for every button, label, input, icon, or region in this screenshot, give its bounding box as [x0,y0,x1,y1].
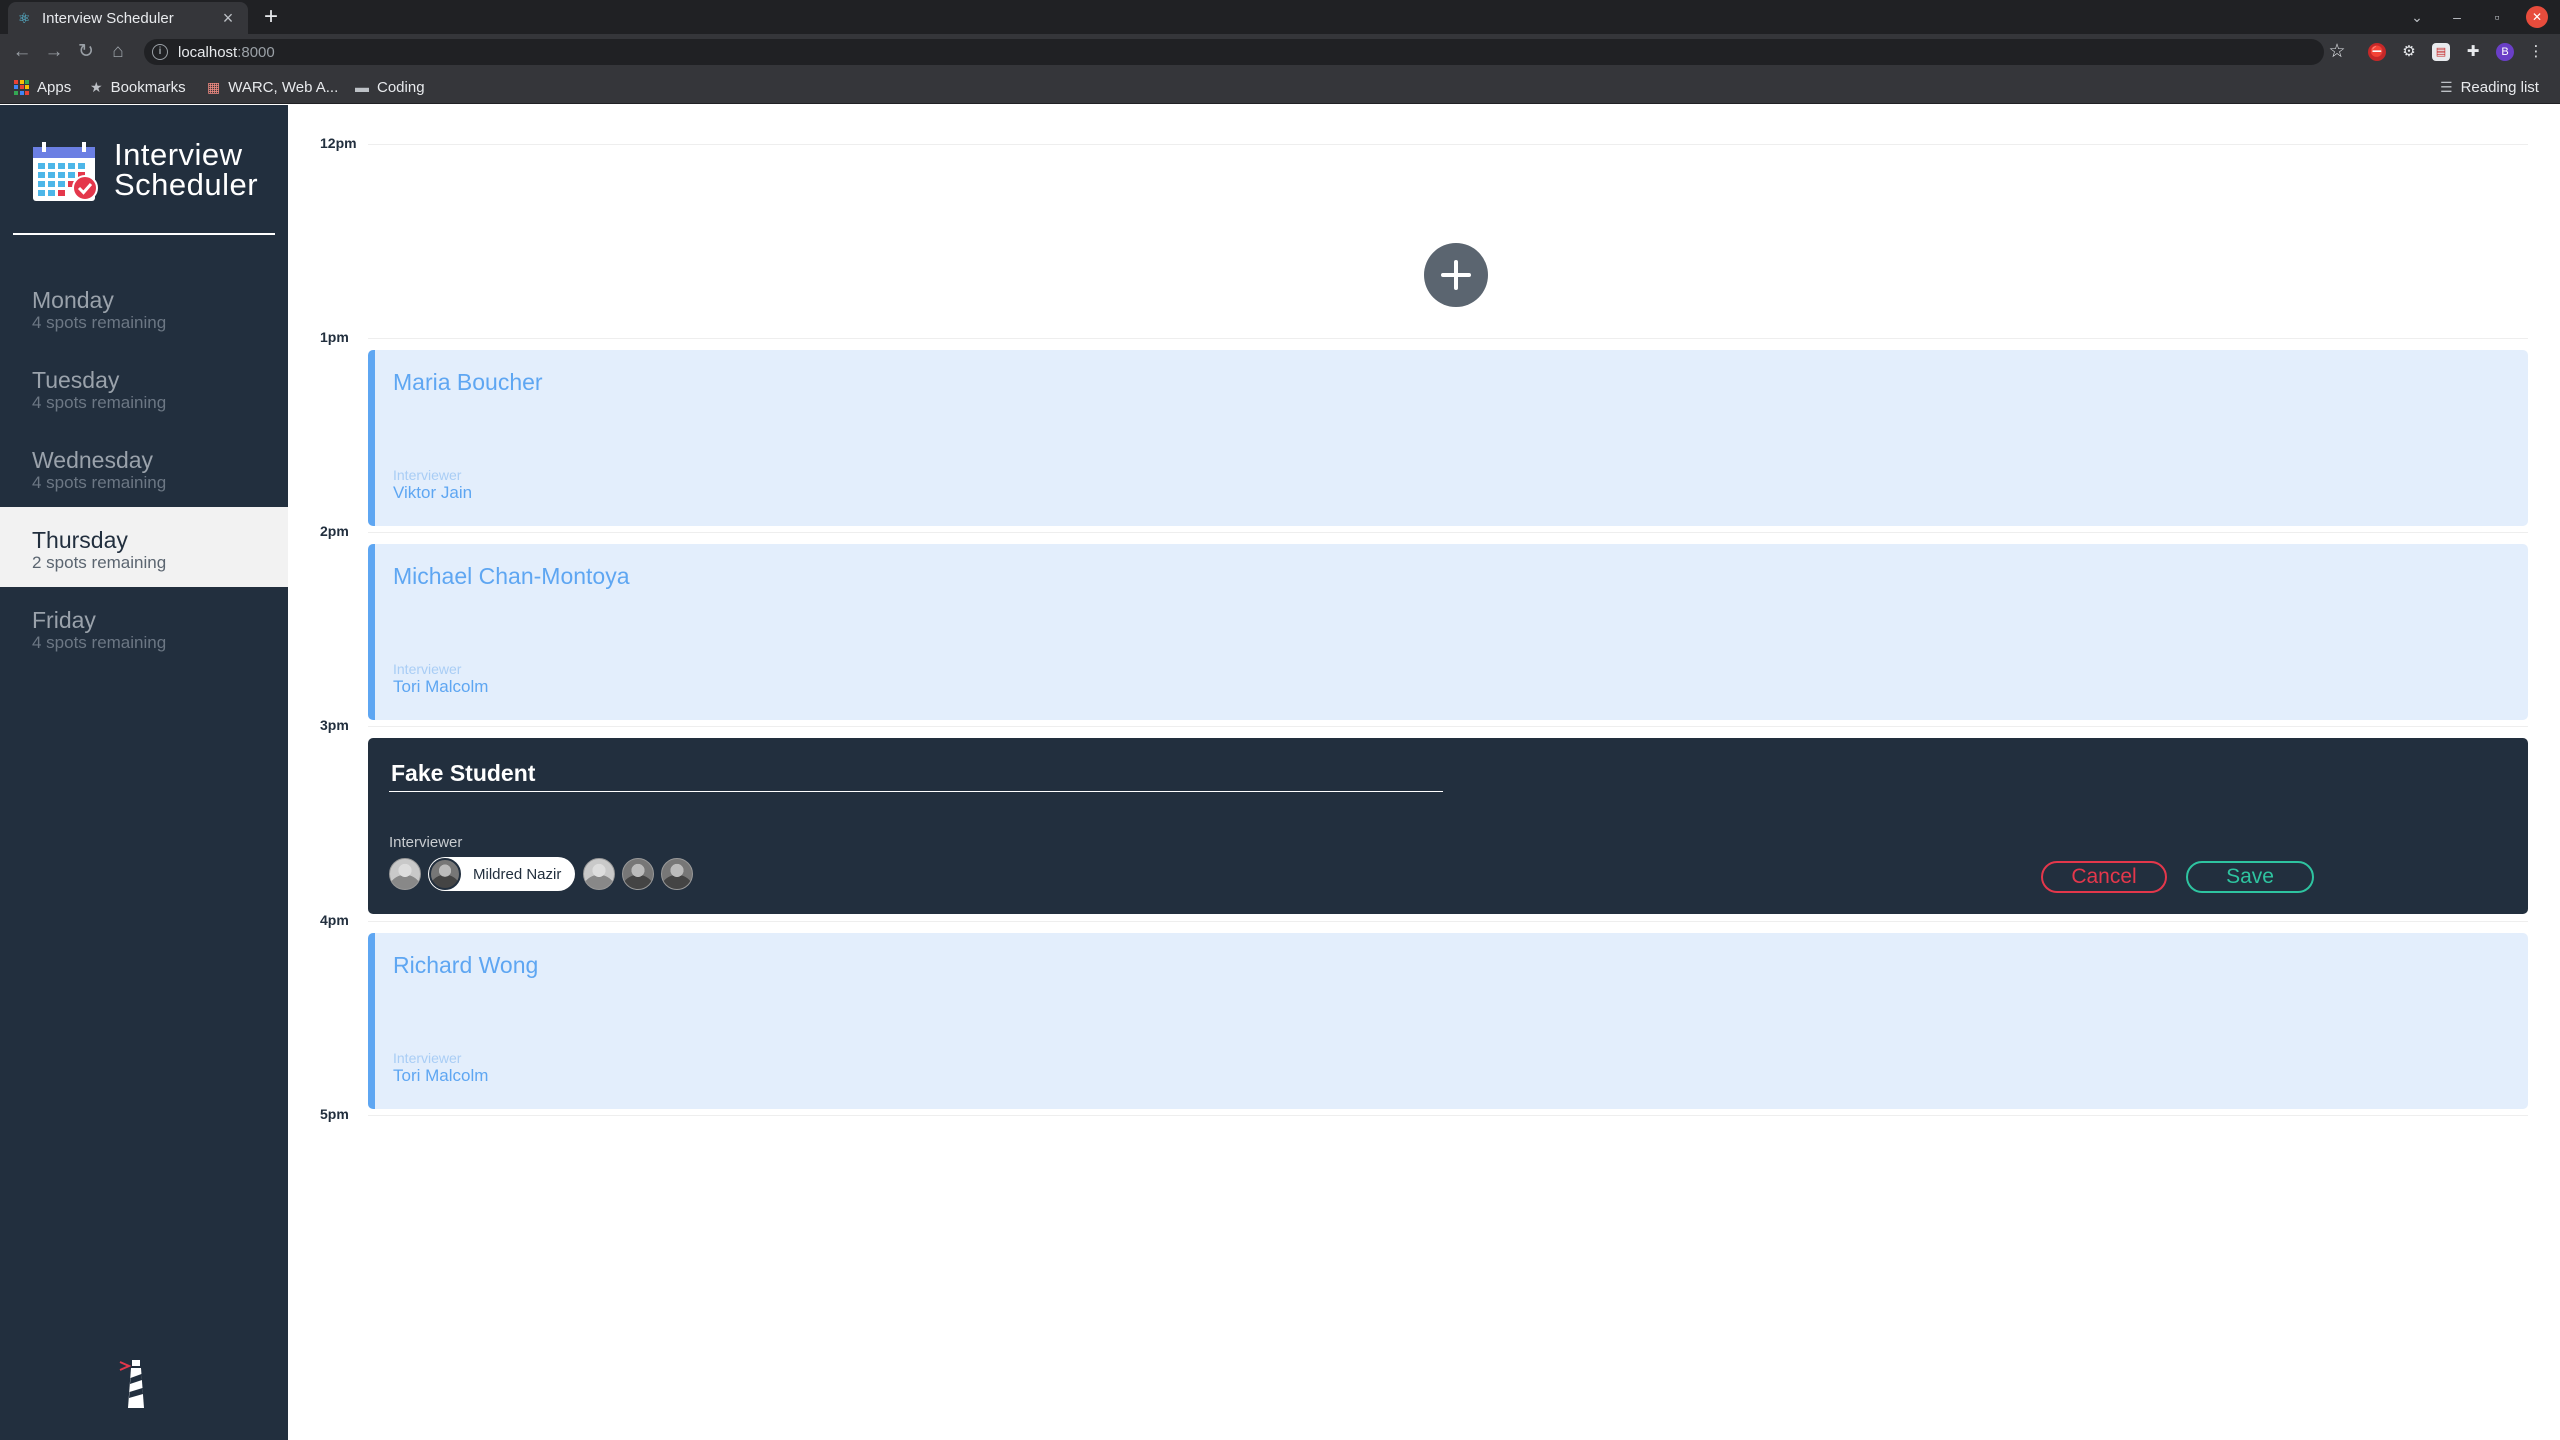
gear-extension-icon[interactable]: ⚙ [2400,43,2418,61]
forward-icon[interactable]: → [42,40,66,64]
interviewer-label: Interviewer [393,1050,462,1066]
student-name: Richard Wong [393,952,539,978]
interviewer-list-label: Interviewer [389,834,463,851]
time-label: 12pm [320,135,357,151]
browser-tab[interactable]: ⚛ Interview Scheduler × [8,2,248,34]
interviewer-name: Viktor Jain [393,483,473,502]
cancel-button[interactable]: Cancel [2041,861,2167,893]
appointment-card[interactable]: Maria Boucher Interviewer Viktor Jain [368,350,2528,526]
interviewer-avatar[interactable] [622,858,655,890]
browser-tab-strip: ⚛ Interview Scheduler × + ⌄ – ▫ ✕ [0,0,2560,34]
time-label: 5pm [320,1106,349,1122]
reload-icon[interactable]: ↻ [74,40,98,64]
time-separator [368,338,2528,339]
sidebar-divider [13,233,275,235]
bookmark-star-icon[interactable]: ☆ [2325,40,2349,64]
restore-button[interactable]: ▫ [2486,6,2508,28]
bookmark-bookmarks[interactable]: ★ Bookmarks [90,77,186,97]
interviewer-avatar[interactable] [661,858,694,890]
warc-favicon-icon: ▦ [207,78,221,95]
calendar-logo-icon [33,142,98,201]
browser-toolbar: ← → ↻ ⌂ i localhost:8000 ☆ ⛔ ⚙ ▤ ✚ B ⋮ [0,34,2560,70]
day-item-friday[interactable]: Friday 4 spots remaining [0,587,288,667]
add-appointment-button[interactable] [1424,243,1488,307]
day-list: Monday 4 spots remaining Tuesday 4 spots… [0,267,288,667]
home-icon[interactable]: ⌂ [106,40,130,64]
folder-icon: ▬ [355,79,369,95]
interviewer-name: Tori Malcolm [393,1066,489,1085]
browser-menu-icon[interactable]: ⋮ [2527,43,2545,61]
time-label: 4pm [320,912,349,928]
schedule: 12pm 1pm Maria Boucher Interviewer Vikto… [288,105,2560,1440]
interviewer-name: Tori Malcolm [393,677,489,696]
selected-interviewer-name: Mildred Nazir [473,865,562,883]
new-tab-button[interactable]: + [258,4,284,30]
sidebar: Interview Scheduler Monday 4 spots remai… [0,105,288,1440]
star-icon: ★ [90,78,103,95]
lighthouse-labs-logo-icon [119,1360,144,1408]
time-separator [368,726,2528,727]
extensions-puzzle-icon[interactable]: ✚ [2464,43,2482,61]
day-item-tuesday[interactable]: Tuesday 4 spots remaining [0,347,288,427]
interviewer-selected[interactable]: Mildred Nazir [428,857,576,891]
time-separator [368,1115,2528,1116]
apps-grid-icon [14,79,29,95]
reading-list-icon: ☰ [2440,78,2453,95]
time-label: 2pm [320,523,349,539]
time-separator [368,144,2528,145]
bookmark-warc[interactable]: ▦ WARC, Web A... [207,77,338,97]
appointment-card[interactable]: Michael Chan-Montoya Interviewer Tori Ma… [368,544,2528,720]
clipper-extension-icon[interactable]: ▤ [2432,43,2450,61]
bookmark-apps[interactable]: Apps [14,77,71,97]
interviewer-label: Interviewer [393,661,462,677]
day-item-wednesday[interactable]: Wednesday 4 spots remaining [0,427,288,507]
day-item-thursday[interactable]: Thursday 2 spots remaining [0,507,288,587]
appointment-slot-12pm: 12pm [320,135,2528,335]
bookmark-coding-folder[interactable]: ▬ Coding [355,77,425,97]
time-separator [368,532,2528,533]
appointment-edit-form: Interviewer Mildred Nazir Cancel Save [368,738,2528,914]
appointment-slot-5pm: 5pm [320,1106,2528,1306]
window-close-button[interactable]: ✕ [2526,6,2548,28]
address-bar[interactable]: i localhost:8000 [144,39,2324,65]
reading-list-button[interactable]: ☰ Reading list [2440,77,2539,97]
save-button[interactable]: Save [2186,861,2314,893]
back-icon[interactable]: ← [10,40,34,64]
interviewer-avatar [429,858,461,890]
interviewer-label: Interviewer [393,467,462,483]
time-label: 1pm [320,329,349,345]
minimize-button[interactable]: – [2446,6,2468,28]
time-separator [368,921,2528,922]
tab-search-icon[interactable]: ⌄ [2406,6,2428,28]
interviewer-avatar[interactable] [583,858,616,890]
student-name: Maria Boucher [393,369,543,395]
interviewer-avatar[interactable] [389,858,421,890]
react-favicon-icon: ⚛ [18,10,31,26]
interviewer-list: Mildred Nazir [389,857,700,891]
app-brand: Interview Scheduler [114,137,259,202]
day-item-monday[interactable]: Monday 4 spots remaining [0,267,288,347]
profile-avatar[interactable]: B [2496,43,2514,61]
student-name: Michael Chan-Montoya [393,563,630,589]
ublock-extension-icon[interactable]: ⛔ [2368,43,2386,61]
tab-close-icon[interactable]: × [218,9,238,27]
student-name-input[interactable] [389,756,1443,792]
bookmarks-bar: Apps ★ Bookmarks ▦ WARC, Web A... ▬ Codi… [0,70,2560,104]
time-label: 3pm [320,717,349,733]
url-text: localhost:8000 [178,43,275,61]
site-info-icon[interactable]: i [152,44,168,60]
appointment-card[interactable]: Richard Wong Interviewer Tori Malcolm [368,933,2528,1109]
tab-title: Interview Scheduler [42,9,174,27]
